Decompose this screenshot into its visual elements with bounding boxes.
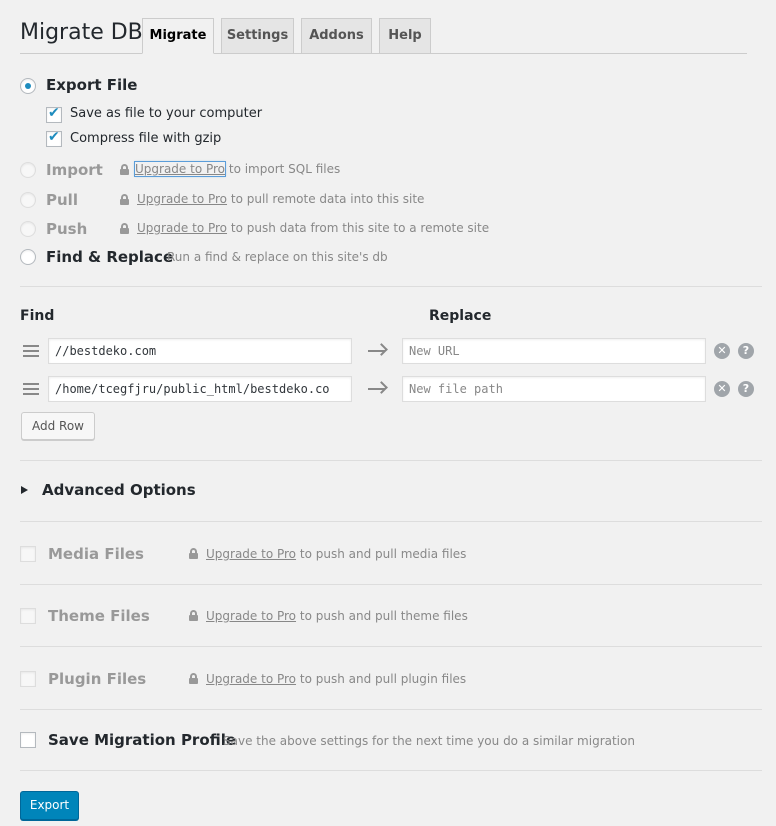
save-profile-hint: Save the above settings for the next tim…: [223, 734, 635, 748]
export-button[interactable]: Export: [20, 791, 79, 820]
media-files-label: Media Files: [48, 545, 144, 563]
import-radio[interactable]: [20, 162, 36, 178]
pull-upgrade-link[interactable]: Upgrade to Pro: [137, 192, 227, 206]
help-circle-icon[interactable]: ?: [738, 343, 754, 359]
export-file-label[interactable]: Export File: [46, 76, 137, 94]
media-files-checkbox[interactable]: [20, 546, 36, 562]
find-input[interactable]: /home/tcegfjru/public_html/bestdeko.co: [48, 376, 352, 402]
media-upgrade-link[interactable]: Upgrade to Pro: [206, 547, 296, 561]
tab-migrate[interactable]: Migrate: [142, 18, 214, 54]
divider: [20, 460, 762, 461]
plugin-files-hint: Upgrade to Pro to push and pull plugin f…: [206, 672, 466, 686]
find-replace-radio[interactable]: [20, 249, 36, 265]
push-hint-text: to push data from this site to a remote …: [230, 221, 490, 235]
divider: [20, 584, 762, 585]
media-files-hint: Upgrade to Pro to push and pull media fi…: [206, 547, 466, 561]
plugin-files-checkbox[interactable]: [20, 671, 36, 687]
push-hint: Upgrade to Pro to push data from this si…: [137, 221, 489, 235]
divider: [20, 521, 762, 522]
export-file-radio[interactable]: [20, 78, 36, 94]
tab-settings[interactable]: Settings: [221, 18, 294, 54]
save-as-file-checkbox[interactable]: [46, 105, 62, 123]
close-circle-icon[interactable]: ✕: [714, 343, 730, 359]
lock-icon: [120, 194, 129, 205]
import-label: Import: [46, 161, 103, 179]
find-heading: Find: [20, 308, 55, 324]
theme-files-hint: Upgrade to Pro to push and pull theme fi…: [206, 609, 468, 623]
drag-handle-icon[interactable]: [23, 345, 39, 358]
lock-icon: [189, 548, 198, 559]
push-label: Push: [46, 220, 88, 238]
advanced-options-toggle[interactable]: Advanced Options: [42, 481, 196, 499]
lock-icon: [120, 223, 129, 234]
triangle-right-icon[interactable]: [21, 486, 28, 494]
help-circle-icon[interactable]: ?: [738, 381, 754, 397]
tab-help[interactable]: Help: [379, 18, 431, 54]
import-hint-text: to import SQL files: [228, 162, 341, 176]
pull-hint-text: to pull remote data into this site: [230, 192, 425, 206]
divider: [20, 286, 762, 287]
compress-gzip-checkbox[interactable]: [46, 129, 62, 147]
plugin-files-label: Plugin Files: [48, 670, 147, 688]
theme-upgrade-link[interactable]: Upgrade to Pro: [206, 609, 296, 623]
pull-radio[interactable]: [20, 192, 36, 208]
replace-heading: Replace: [429, 308, 492, 324]
drag-handle-icon[interactable]: [23, 383, 39, 396]
push-radio[interactable]: [20, 221, 36, 237]
theme-hint-text: to push and pull theme files: [299, 609, 468, 623]
push-upgrade-link[interactable]: Upgrade to Pro: [137, 221, 227, 235]
pull-hint: Upgrade to Pro to pull remote data into …: [137, 192, 424, 206]
theme-files-label: Theme Files: [48, 607, 150, 625]
arrow-right-icon: [368, 381, 388, 397]
replace-input[interactable]: New file path: [402, 376, 706, 402]
close-circle-icon[interactable]: ✕: [714, 381, 730, 397]
lock-icon: [120, 164, 129, 175]
media-hint-text: to push and pull media files: [299, 547, 467, 561]
divider: [20, 709, 762, 710]
tab-addons[interactable]: Addons: [301, 18, 372, 54]
compress-gzip-label[interactable]: Compress file with gzip: [70, 131, 221, 146]
arrow-right-icon: [368, 343, 388, 359]
pull-label: Pull: [46, 191, 78, 209]
lock-icon: [189, 610, 198, 621]
plugin-upgrade-link[interactable]: Upgrade to Pro: [206, 672, 296, 686]
theme-files-checkbox[interactable]: [20, 608, 36, 624]
import-hint: Upgrade to Pro to import SQL files: [133, 161, 341, 177]
divider: [20, 770, 762, 771]
save-profile-label[interactable]: Save Migration Profile: [48, 731, 236, 749]
divider: [20, 646, 762, 647]
find-replace-hint: Run a find & replace on this site's db: [167, 250, 388, 264]
page-title: Migrate DB: [20, 20, 143, 45]
replace-input[interactable]: New URL: [402, 338, 706, 364]
find-input[interactable]: //bestdeko.com: [48, 338, 352, 364]
find-replace-label[interactable]: Find & Replace: [46, 248, 173, 266]
save-profile-checkbox[interactable]: [20, 732, 36, 748]
save-as-file-label[interactable]: Save as file to your computer: [70, 106, 262, 121]
import-upgrade-link[interactable]: Upgrade to Pro: [133, 161, 227, 177]
add-row-button[interactable]: Add Row: [21, 412, 95, 440]
lock-icon: [189, 673, 198, 684]
plugin-hint-text: to push and pull plugin files: [299, 672, 467, 686]
